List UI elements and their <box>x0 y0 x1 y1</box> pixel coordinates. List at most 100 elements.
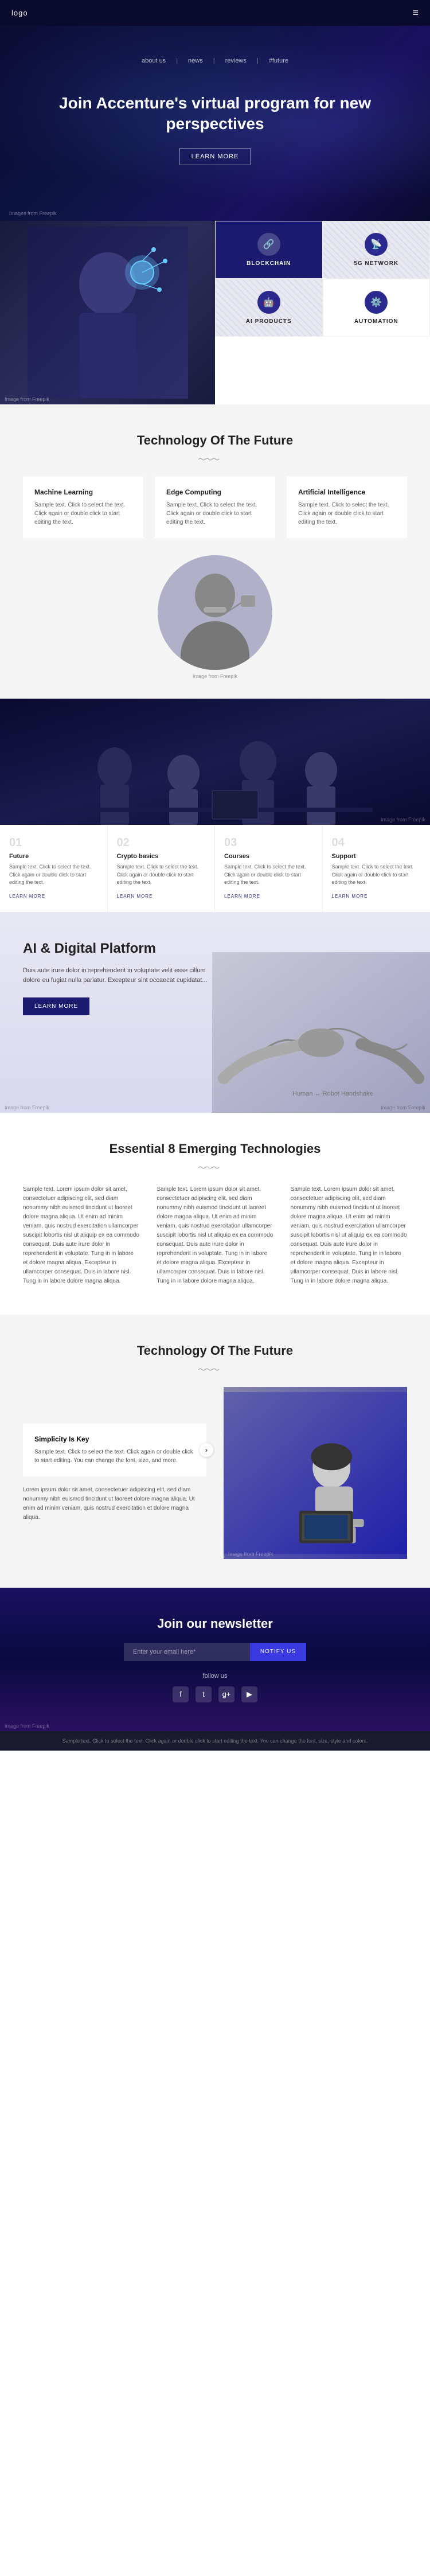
emerging-col-1: Sample text. Lorem ipsum dolor sit amet,… <box>23 1185 139 1286</box>
tech-col-2-text: Sample text. Click to select the text. C… <box>166 501 264 527</box>
header: logo ≡ <box>0 0 430 26</box>
newsletter-form: NOTIFY US <box>23 1643 407 1661</box>
tech-future-image-source: Image from Freepik <box>193 673 237 679</box>
tech-col-1: Machine Learning Sample text. Click to s… <box>23 477 143 538</box>
facebook-icon[interactable]: f <box>173 1686 189 1702</box>
tf2-image-source: Image from Freepik <box>228 1551 273 1557</box>
card4-learn-more[interactable]: LEARN MORE <box>332 894 368 899</box>
card1-text: Sample text. Click to select the text. C… <box>9 863 98 887</box>
features-grid: Image from Freepik 🔗 BLOCKCHAIN 📡 5G NET… <box>0 221 430 404</box>
nav-sep1: | <box>176 57 178 64</box>
tech-future-title: Technology Of The Future <box>23 433 407 448</box>
tech-future2-section: Technology Of The Future Simplicity Is K… <box>0 1315 430 1588</box>
newsletter-section: Join our newsletter NOTIFY US follow us … <box>0 1588 430 1731</box>
tech-future-center-image: Image from Freepik <box>23 555 407 670</box>
tech-col-1-text: Sample text. Click to select the text. C… <box>34 501 132 527</box>
tech-future-divider <box>23 454 407 459</box>
ai-platform-section: AI & Digital Platform Duis aute irure do… <box>0 912 430 1113</box>
tech-col-3: Artificial Intelligence Sample text. Cli… <box>287 477 407 538</box>
card3-text: Sample text. Click to select the text. C… <box>224 863 313 887</box>
emerging-tech-section: Essential 8 Emerging Technologies Sample… <box>0 1113 430 1315</box>
num-badge-2: 02 <box>117 836 206 849</box>
footer: Sample text. Click to select the text. C… <box>0 1731 430 1751</box>
dark-numbered-section: Image from Freepik 01 Future Sample text… <box>0 699 430 912</box>
feature-main-image: Image from Freepik <box>0 221 215 404</box>
twitter-icon[interactable]: t <box>196 1686 212 1702</box>
follow-us-label: follow us <box>23 1673 407 1679</box>
automation-label: AUTOMATION <box>354 318 398 325</box>
handshake-svg: Human ↔ Robot Handshake <box>212 952 430 1113</box>
nav-news[interactable]: news <box>188 57 203 64</box>
numbered-card-1: 01 Future Sample text. Click to select t… <box>0 825 108 912</box>
hero-image-source: Images from Freepik <box>9 211 57 216</box>
newsletter-title: Join our newsletter <box>23 1616 407 1631</box>
ai-image-source: Image from Freepik <box>381 1105 425 1110</box>
ai-platform-title: AI & Digital Platform <box>23 941 218 957</box>
simplicity-box: Simplicity Is Key Sample text. Click to … <box>23 1424 206 1476</box>
tech-future2-inner: Simplicity Is Key Sample text. Click to … <box>23 1387 407 1559</box>
ai-platform-image: Human ↔ Robot Handshake Image from Freep… <box>212 952 430 1113</box>
wave-divider <box>198 454 232 459</box>
social-icons-row: f t g+ ▶ <box>23 1686 407 1702</box>
card4-heading: Support <box>332 853 421 860</box>
person-sitting-svg <box>224 1387 407 1559</box>
blockchain-label: BLOCKCHAIN <box>247 260 291 267</box>
newsletter-submit-button[interactable]: NOTIFY US <box>250 1643 306 1661</box>
person-circle <box>158 555 272 670</box>
card1-learn-more[interactable]: LEARN MORE <box>9 894 45 899</box>
simplicity-arrow[interactable]: › <box>200 1443 213 1457</box>
newsletter-source: Image from Freepik <box>5 1723 49 1729</box>
feature-5g[interactable]: 📡 5G NETWORK <box>323 221 430 279</box>
person-circle-svg <box>158 555 272 670</box>
5g-label: 5G NETWORK <box>354 260 398 267</box>
nav-sep2: | <box>213 57 215 64</box>
ai-platform-content: AI & Digital Platform Duis aute irure do… <box>23 941 218 1015</box>
ai-label: AI PRODUCTS <box>246 318 292 325</box>
automation-icon: ⚙️ <box>365 291 388 314</box>
num-badge-4: 04 <box>332 836 421 849</box>
tech-future2-text: Simplicity Is Key Sample text. Click to … <box>23 1424 206 1522</box>
5g-icon: 📡 <box>365 233 388 256</box>
hero-title: Join Accenture's virtual program for new… <box>46 93 384 135</box>
ai-platform-cta[interactable]: LEARN MORE <box>23 997 89 1015</box>
dark-image-source: Image from Freepik <box>381 817 425 823</box>
card4-text: Sample text. Click to select the text. C… <box>332 863 421 887</box>
nav-sep3: | <box>257 57 259 64</box>
ai-platform-text: Duis aute irure dolor in reprehenderit i… <box>23 966 218 986</box>
tech-col-1-heading: Machine Learning <box>34 488 132 496</box>
hero-cta-button[interactable]: LEARN MORE <box>179 148 251 165</box>
blockchain-icon: 🔗 <box>257 233 280 256</box>
hero-section: about us | news | reviews | #future Join… <box>0 26 430 221</box>
emerging-col-1-text: Sample text. Lorem ipsum dolor sit amet,… <box>23 1185 139 1286</box>
office-svg <box>0 699 430 825</box>
menu-icon[interactable]: ≡ <box>412 7 419 19</box>
feature-blockchain[interactable]: 🔗 BLOCKCHAIN <box>215 221 323 279</box>
card3-learn-more[interactable]: LEARN MORE <box>224 894 260 899</box>
feature-ai[interactable]: 🤖 AI PRODUCTS <box>215 279 323 337</box>
feature-image-source: Image from Freepik <box>5 396 49 402</box>
logo: logo <box>11 9 28 17</box>
card2-learn-more[interactable]: LEARN MORE <box>117 894 153 899</box>
features-right-grid: 🔗 BLOCKCHAIN 📡 5G NETWORK 🤖 AI PRODUCTS … <box>215 221 430 337</box>
newsletter-email-input[interactable] <box>124 1643 250 1661</box>
card1-heading: Future <box>9 853 98 860</box>
numbered-card-4: 04 Support Sample text. Click to select … <box>323 825 430 912</box>
emerging-columns: Sample text. Lorem ipsum dolor sit amet,… <box>23 1185 407 1286</box>
numbered-card-2: 02 Crypto basics Sample text. Click to s… <box>108 825 216 912</box>
tech-person-svg <box>28 227 188 399</box>
emerging-col-2-text: Sample text. Lorem ipsum dolor sit amet,… <box>157 1185 273 1286</box>
nav-reviews[interactable]: reviews <box>225 57 247 64</box>
feature-automation[interactable]: ⚙️ AUTOMATION <box>323 279 430 337</box>
tech-future-columns: Machine Learning Sample text. Click to s… <box>23 477 407 538</box>
tf2-divider <box>23 1364 407 1370</box>
emerging-col-2: Sample text. Lorem ipsum dolor sit amet,… <box>157 1185 273 1286</box>
ai-icon: 🤖 <box>257 291 280 314</box>
emerging-wave <box>198 1162 232 1168</box>
nav-articles[interactable]: #future <box>269 57 288 64</box>
nav-about[interactable]: about us <box>142 57 166 64</box>
ai-section-source: Image from Freepik <box>5 1105 49 1110</box>
googleplus-icon[interactable]: g+ <box>218 1686 234 1702</box>
tech-future2-image: Image from Freepik <box>224 1387 407 1559</box>
youtube-icon[interactable]: ▶ <box>241 1686 257 1702</box>
emerging-col-3: Sample text. Lorem ipsum dolor sit amet,… <box>291 1185 407 1286</box>
